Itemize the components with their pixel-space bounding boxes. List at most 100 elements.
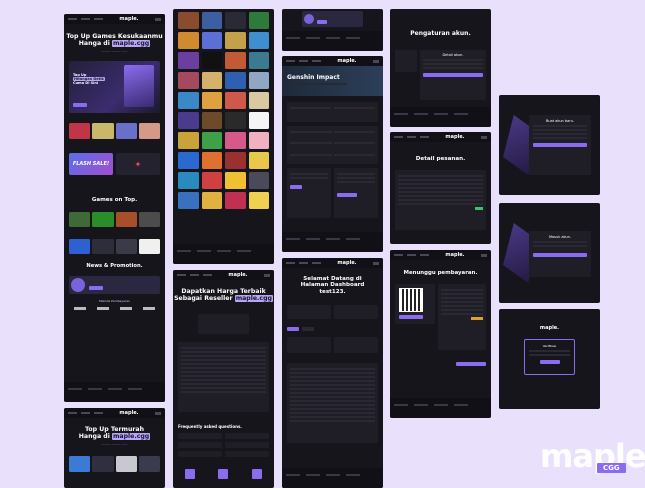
flash-sale-section[interactable]: FLASH SALE! ✦: [69, 153, 160, 176]
game-tile[interactable]: [248, 112, 269, 129]
app-tile[interactable]: [115, 238, 137, 254]
app-tile[interactable]: [92, 238, 114, 254]
nav-menu-icon[interactable]: [480, 135, 487, 139]
game-tile[interactable]: [225, 32, 246, 49]
game-tile[interactable]: [225, 52, 246, 69]
news-button[interactable]: [89, 286, 103, 291]
game-tile[interactable]: [248, 132, 269, 149]
nav-logo[interactable]: maple.: [228, 272, 247, 278]
game-tile[interactable]: [201, 52, 222, 69]
game-tile[interactable]: [178, 112, 199, 129]
password-field[interactable]: [533, 133, 587, 135]
tab[interactable]: [302, 327, 314, 332]
email-field[interactable]: [533, 129, 587, 131]
game-tile[interactable]: [248, 192, 269, 209]
login-button[interactable]: [533, 253, 587, 257]
check-status-button[interactable]: [456, 362, 486, 367]
game-tile[interactable]: [178, 72, 199, 89]
nav-menu-icon[interactable]: [154, 411, 161, 415]
nav-links[interactable]: [68, 18, 103, 20]
news-card[interactable]: [69, 275, 160, 294]
settings-field[interactable]: [423, 66, 483, 69]
buy-now-button[interactable]: [337, 193, 357, 197]
username-field[interactable]: [533, 125, 587, 127]
settings-sidebar[interactable]: [395, 49, 417, 72]
game-tile[interactable]: [201, 132, 222, 149]
game-card[interactable]: [69, 123, 91, 140]
game-tile[interactable]: [92, 456, 114, 473]
game-tile[interactable]: [178, 192, 199, 209]
game-tile[interactable]: [201, 152, 222, 169]
game-tile[interactable]: [138, 211, 160, 227]
game-tile[interactable]: [178, 12, 199, 29]
nav-menu-icon[interactable]: [372, 59, 379, 63]
server-input[interactable]: [334, 107, 375, 109]
app-tile[interactable]: [69, 238, 91, 254]
nav-menu-icon[interactable]: [154, 17, 161, 21]
nav-menu-icon[interactable]: [372, 261, 379, 265]
user-id-input[interactable]: [290, 107, 331, 109]
banner-cta-button[interactable]: [73, 103, 87, 108]
game-tile[interactable]: [69, 211, 91, 227]
nav-logo[interactable]: maple.: [445, 252, 464, 258]
game-tile[interactable]: [92, 211, 114, 227]
game-tile[interactable]: [248, 152, 269, 169]
game-tile[interactable]: [69, 456, 91, 473]
nominal-option[interactable]: [333, 142, 375, 145]
nominal-option[interactable]: [333, 131, 375, 133]
faq-item[interactable]: [178, 433, 222, 440]
game-tile[interactable]: [178, 52, 199, 69]
game-tile[interactable]: [225, 132, 246, 149]
faq-item[interactable]: [178, 451, 222, 458]
nominal-option[interactable]: [333, 153, 375, 156]
faq-item[interactable]: [178, 442, 222, 449]
app-tile[interactable]: [138, 238, 160, 254]
flash-sale-item[interactable]: ✦: [116, 153, 160, 176]
game-card[interactable]: [115, 123, 137, 140]
settings-field[interactable]: [423, 62, 483, 65]
faq-item[interactable]: [225, 433, 269, 440]
nav-logo[interactable]: maple.: [445, 134, 464, 140]
promo-card[interactable]: [302, 11, 363, 27]
game-card[interactable]: [92, 123, 114, 140]
game-card[interactable]: [138, 123, 160, 140]
game-tile[interactable]: [178, 152, 199, 169]
download-qr-button[interactable]: [399, 315, 423, 320]
username-field[interactable]: [533, 241, 587, 243]
hero-banner[interactable]: Top Up Hitungan Detik Cuma Di Sini: [69, 61, 160, 114]
settings-field[interactable]: [423, 58, 483, 61]
faq-item[interactable]: [225, 451, 269, 458]
faq-item[interactable]: [225, 442, 269, 449]
game-tile[interactable]: [225, 92, 246, 109]
register-button[interactable]: [533, 143, 587, 147]
game-tile[interactable]: [178, 32, 199, 49]
nav-logo[interactable]: maple.: [337, 58, 356, 64]
promo-button[interactable]: [317, 20, 327, 24]
game-tile[interactable]: [201, 112, 222, 129]
game-tile[interactable]: [115, 211, 137, 227]
game-tile[interactable]: [201, 32, 222, 49]
game-tile[interactable]: [178, 172, 199, 189]
game-tile[interactable]: [178, 132, 199, 149]
pay-method-button[interactable]: [290, 185, 302, 189]
game-tile[interactable]: [201, 12, 222, 29]
game-tile[interactable]: [201, 172, 222, 189]
game-tile[interactable]: [248, 92, 269, 109]
game-tile[interactable]: [138, 456, 160, 473]
game-tile[interactable]: [225, 12, 246, 29]
game-tile[interactable]: [225, 112, 246, 129]
nav-menu-icon[interactable]: [263, 273, 270, 277]
save-settings-button[interactable]: [423, 72, 483, 77]
game-tile[interactable]: [225, 152, 246, 169]
game-tile[interactable]: [225, 192, 246, 209]
game-tile[interactable]: [248, 72, 269, 89]
game-tile[interactable]: [115, 456, 137, 473]
verify-button[interactable]: [539, 360, 560, 364]
game-tile[interactable]: [225, 72, 246, 89]
game-tile[interactable]: [178, 92, 199, 109]
nav-logo[interactable]: maple.: [337, 260, 356, 266]
nominal-option[interactable]: [290, 153, 332, 156]
game-tile[interactable]: [201, 192, 222, 209]
game-tile[interactable]: [248, 52, 269, 69]
game-tile[interactable]: [225, 172, 246, 189]
